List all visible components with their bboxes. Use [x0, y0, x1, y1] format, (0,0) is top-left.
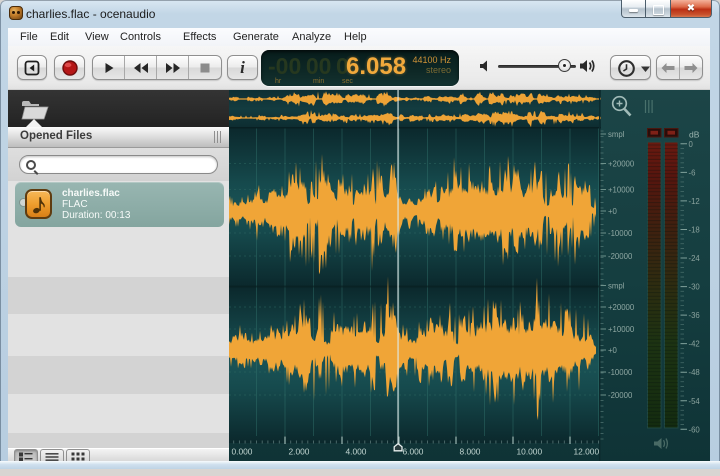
svg-text:2.000: 2.000: [289, 447, 310, 457]
svg-text:smpl: smpl: [608, 281, 625, 290]
svg-text:0: 0: [689, 140, 694, 149]
svg-text:+0: +0: [608, 207, 618, 216]
svg-text:-36: -36: [689, 311, 700, 320]
svg-text:+20000: +20000: [608, 303, 635, 312]
svg-text:+10000: +10000: [608, 325, 635, 334]
svg-text:-10000: -10000: [608, 368, 633, 377]
svg-text:smpl: smpl: [608, 130, 625, 139]
svg-text:6.000: 6.000: [403, 447, 424, 457]
svg-text:-42: -42: [689, 340, 700, 349]
svg-text:-60: -60: [689, 425, 701, 434]
svg-text:+0: +0: [608, 346, 618, 355]
svg-text:-18: -18: [689, 226, 700, 235]
svg-text:-6: -6: [689, 168, 696, 177]
svg-text:-20000: -20000: [608, 391, 633, 400]
svg-text:-54: -54: [689, 397, 701, 406]
svg-text:-20000: -20000: [608, 252, 633, 261]
svg-text:+20000: +20000: [608, 159, 635, 168]
svg-text:-24: -24: [689, 254, 701, 263]
svg-text:8.000: 8.000: [460, 447, 481, 457]
svg-text:0.000: 0.000: [232, 447, 253, 457]
svg-text:12.000: 12.000: [574, 447, 600, 457]
svg-text:4.000: 4.000: [346, 447, 367, 457]
svg-text:-48: -48: [689, 368, 700, 377]
svg-text:-30: -30: [689, 283, 701, 292]
svg-text:10.000: 10.000: [517, 447, 543, 457]
svg-text:dB: dB: [689, 130, 700, 140]
svg-text:-10000: -10000: [608, 229, 633, 238]
svg-text:+10000: +10000: [608, 185, 635, 194]
svg-text:-12: -12: [689, 197, 700, 206]
